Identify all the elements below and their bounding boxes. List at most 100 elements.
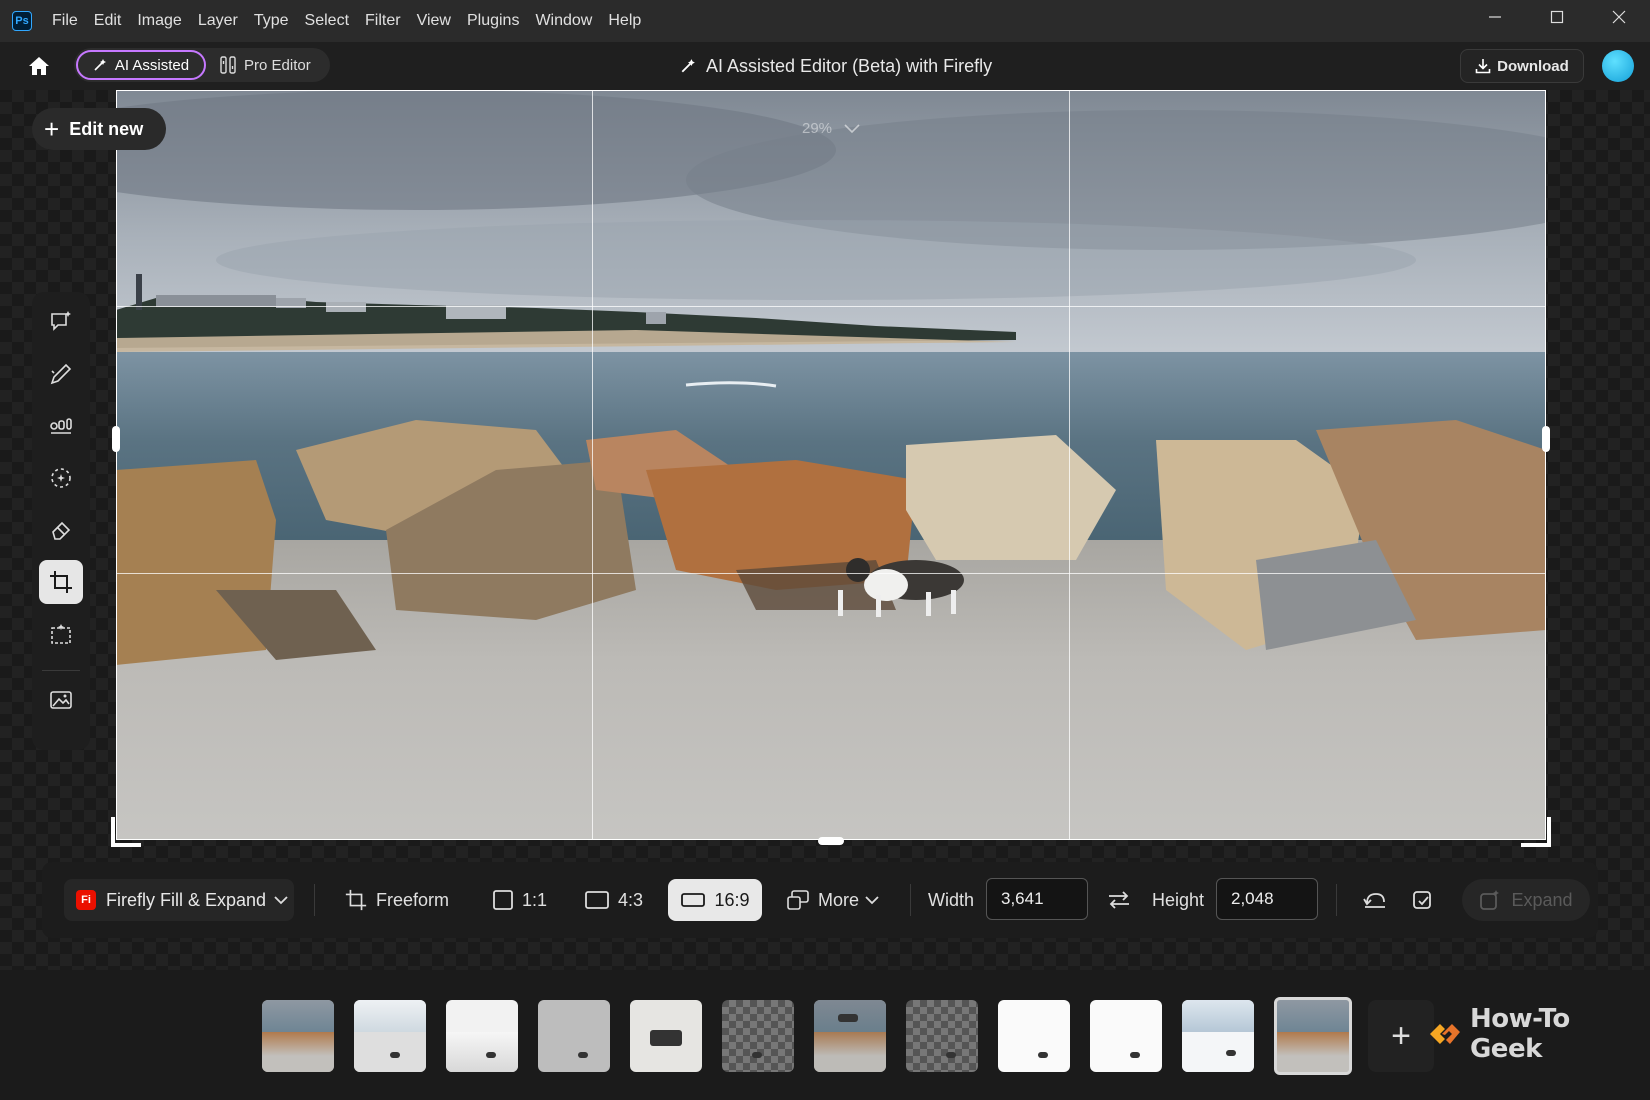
close-button[interactable] xyxy=(1588,0,1650,34)
menu-help[interactable]: Help xyxy=(608,12,641,30)
edit-new-label: Edit new xyxy=(69,118,144,139)
ratio-1-1-label: 1:1 xyxy=(522,889,548,910)
ai-assisted-label: AI Assisted xyxy=(114,56,190,74)
filmstrip-thumbnail[interactable] xyxy=(262,1000,334,1072)
height-input[interactable]: 2,048 xyxy=(1216,878,1318,920)
mode-switch: AI Assisted Pro Editor xyxy=(74,48,330,82)
generative-fill-tool[interactable] xyxy=(39,612,83,656)
menu-filter[interactable]: Filter xyxy=(365,12,401,30)
expand-button[interactable]: Expand xyxy=(1462,879,1590,921)
ratio-16-9-button[interactable]: 16:9 xyxy=(668,879,762,921)
filmstrip-thumbnail[interactable] xyxy=(906,1000,978,1072)
download-button[interactable]: Download xyxy=(1460,49,1584,83)
menu-edit[interactable]: Edit xyxy=(94,12,122,30)
ai-assisted-mode-button[interactable]: AI Assisted xyxy=(76,50,206,80)
editor-header: AI Assisted Pro Editor AI Assisted Edito… xyxy=(0,42,1650,90)
filmstrip-thumbnail[interactable] xyxy=(630,1000,702,1072)
crop-handle-bottom-left[interactable] xyxy=(111,817,141,847)
brush-tool[interactable] xyxy=(39,352,83,396)
expand-label: Expand xyxy=(1511,889,1573,910)
sparkle-icon xyxy=(94,59,106,71)
home-button[interactable] xyxy=(24,54,54,78)
canvas-image[interactable]: 29% xyxy=(116,90,1546,840)
menu-file[interactable]: File xyxy=(52,12,78,30)
crop-tool[interactable] xyxy=(39,560,83,604)
chat-spark-icon xyxy=(51,311,71,331)
crop-grid-line xyxy=(116,573,1546,574)
ratio-freeform-button[interactable]: Freeform xyxy=(344,879,449,921)
toolbar-divider xyxy=(910,884,911,916)
plus-icon: + xyxy=(1391,1016,1411,1055)
filmstrip-thumbnail[interactable] xyxy=(814,1000,886,1072)
crop-grid-line xyxy=(116,306,1546,307)
site-watermark: How-To Geek xyxy=(1428,1004,1650,1064)
filmstrip-thumbnail[interactable] xyxy=(1090,1000,1162,1072)
minimize-button[interactable] xyxy=(1464,0,1526,34)
chat-spark-tool[interactable] xyxy=(39,300,83,344)
image-rocks xyxy=(116,381,1546,665)
brush-spark-icon xyxy=(50,363,72,385)
tool-rail xyxy=(32,292,90,750)
ratio-freeform-label: Freeform xyxy=(376,889,450,910)
editor-title: AI Assisted Editor (Beta) with Firefly xyxy=(680,42,992,90)
filmstrip-thumbnail[interactable] xyxy=(1182,1000,1254,1072)
filmstrip-thumbnail[interactable] xyxy=(722,1000,794,1072)
menu-plugins[interactable]: Plugins xyxy=(467,12,519,30)
watermark-text: How-To Geek xyxy=(1469,1004,1570,1064)
filmstrip-thumbnail[interactable] xyxy=(998,1000,1070,1072)
generate-image-tool[interactable] xyxy=(39,678,83,722)
menu-image[interactable]: Image xyxy=(137,12,181,30)
crop-handle-left[interactable] xyxy=(112,426,120,452)
crop-toolbar: Fi Firefly Fill & Expand Freeform 1:1 4:… xyxy=(42,862,1598,938)
remove-object-icon xyxy=(52,521,71,540)
ratio-4-3-label: 4:3 xyxy=(618,889,644,910)
chevron-down-icon xyxy=(274,896,288,905)
width-input[interactable]: 3,641 xyxy=(986,878,1088,920)
zoom-selector[interactable]: 29% xyxy=(802,120,860,137)
crop-handle-bottom-right[interactable] xyxy=(1521,817,1551,847)
filmstrip-thumbnail[interactable] xyxy=(354,1000,426,1072)
toolbar-divider xyxy=(1336,884,1337,916)
undo-icon xyxy=(1363,893,1385,908)
height-label: Height xyxy=(1152,889,1205,910)
generate-fill-icon xyxy=(51,624,71,644)
menu-view[interactable]: View xyxy=(417,12,451,30)
width-label: Width xyxy=(928,889,975,910)
reset-crop-button[interactable] xyxy=(1354,879,1396,921)
swap-dimensions-button[interactable] xyxy=(1098,879,1140,921)
sparkle-icon xyxy=(681,59,695,73)
adjustments-tool[interactable] xyxy=(39,404,83,448)
how-to-geek-logo-icon xyxy=(1429,1024,1460,1044)
ratio-more-label: More xyxy=(818,889,860,910)
avatar[interactable] xyxy=(1602,50,1634,82)
menu-items: File Edit Image Layer Type Select Filter… xyxy=(52,12,657,30)
menu-type[interactable]: Type xyxy=(254,12,289,30)
edit-new-button[interactable]: + Edit new xyxy=(32,108,166,150)
widescreen-ratio-icon xyxy=(681,893,706,907)
crop-handle-bottom[interactable] xyxy=(818,837,844,845)
menu-window[interactable]: Window xyxy=(535,12,592,30)
image-check-icon xyxy=(1413,891,1431,909)
filmstrip-thumbnail-active[interactable] xyxy=(1274,997,1352,1075)
plus-icon: + xyxy=(44,114,60,144)
ratio-more-button[interactable]: More xyxy=(786,879,879,921)
minimize-icon xyxy=(1489,16,1501,18)
filmstrip-thumbnail[interactable] xyxy=(538,1000,610,1072)
ratio-1-1-button[interactable]: 1:1 xyxy=(492,879,547,921)
download-icon xyxy=(1475,59,1491,74)
ratio-4-3-button[interactable]: 4:3 xyxy=(584,879,643,921)
crop-handle-right[interactable] xyxy=(1542,426,1550,452)
maximize-button[interactable] xyxy=(1526,0,1588,34)
filmstrip-thumbnail[interactable] xyxy=(446,1000,518,1072)
download-label: Download xyxy=(1497,57,1569,75)
pro-editor-mode-button[interactable]: Pro Editor xyxy=(220,50,311,80)
menu-select[interactable]: Select xyxy=(305,12,349,30)
menu-layer[interactable]: Layer xyxy=(198,12,238,30)
feature-dropdown[interactable]: Fi Firefly Fill & Expand xyxy=(64,879,294,921)
add-variation-button[interactable]: + xyxy=(1368,1000,1434,1072)
remove-tool[interactable] xyxy=(39,508,83,552)
crop-options-button[interactable] xyxy=(1402,879,1444,921)
swap-icon xyxy=(1109,891,1129,909)
select-tool[interactable] xyxy=(39,456,83,500)
filmstrip: + xyxy=(0,970,1650,1100)
